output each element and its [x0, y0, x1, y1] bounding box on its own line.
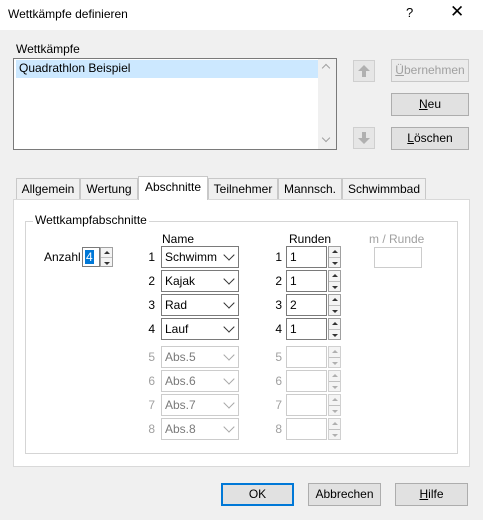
runden-field[interactable] — [286, 394, 327, 416]
section-name-combo[interactable]: Abs.6 — [161, 370, 239, 392]
row-number: 1 — [148, 250, 155, 264]
abbrechen-button[interactable]: Abbrechen — [308, 483, 381, 506]
section-name-value: Lauf — [165, 322, 189, 336]
row-number: 6 — [148, 374, 155, 388]
section-name-combo[interactable]: Lauf — [161, 318, 239, 340]
row-number: 7 — [148, 398, 155, 412]
ok-button[interactable]: OK — [221, 483, 294, 506]
runden-header: Runden — [289, 232, 332, 246]
section-name-value: Abs.7 — [165, 398, 196, 412]
anzahl-value: 4 — [85, 250, 94, 264]
chevron-down-icon — [223, 249, 235, 261]
section-name-combo[interactable]: Abs.7 — [161, 394, 239, 416]
loeschen-button[interactable]: Löschen — [391, 127, 469, 150]
section-name-value: Abs.8 — [165, 422, 196, 436]
row-number: 5 — [148, 350, 155, 364]
arrow-up-icon — [358, 65, 370, 77]
neu-button[interactable]: Neu — [391, 93, 469, 116]
section-name-combo[interactable]: Schwimm — [161, 246, 239, 268]
chevron-down-icon — [223, 373, 235, 385]
section-name-combo[interactable]: Abs.5 — [161, 346, 239, 368]
chevron-down-icon — [223, 349, 235, 361]
tab-abschnitte[interactable]: Abschnitte — [138, 176, 208, 200]
anzahl-field[interactable]: 4 — [82, 247, 100, 267]
section-name-value: Rad — [165, 298, 188, 312]
row-number: 3 — [275, 298, 282, 312]
chevron-down-icon — [223, 321, 235, 333]
section-name-value: Kajak — [165, 274, 196, 288]
runden-field[interactable]: 1 — [286, 270, 327, 292]
group-label: Wettkampfabschnitte — [33, 213, 149, 227]
uebernehmen-button[interactable]: Übernehmen — [391, 59, 469, 82]
anzahl-label: Anzahl — [44, 250, 81, 264]
m-runde-field[interactable] — [374, 247, 422, 268]
row-number: 3 — [148, 298, 155, 312]
runden-spinner[interactable] — [328, 318, 341, 340]
section-name-combo[interactable]: Rad — [161, 294, 239, 316]
row-number: 6 — [275, 374, 282, 388]
move-up-button[interactable] — [353, 60, 375, 82]
row-number: 2 — [148, 274, 155, 288]
m-runde-header: m / Runde — [369, 232, 425, 246]
section-name-combo[interactable]: Kajak — [161, 270, 239, 292]
window-title: Wettkämpfe definieren — [8, 7, 128, 21]
runden-spinner[interactable] — [328, 394, 341, 416]
row-number: 5 — [275, 350, 282, 364]
section-name-value: Schwimm — [165, 250, 218, 264]
tab-teilnehmer[interactable]: Teilnehmer — [208, 178, 278, 199]
close-icon[interactable]: ✕ — [450, 2, 464, 22]
list-item[interactable]: Quadrathlon Beispiel — [16, 60, 318, 78]
row-number: 4 — [275, 322, 282, 336]
row-number: 1 — [275, 250, 282, 264]
row-number: 4 — [148, 322, 155, 336]
chevron-down-icon — [223, 421, 235, 433]
hilfe-button[interactable]: Hilfe — [395, 483, 468, 506]
runden-spinner[interactable] — [328, 370, 341, 392]
scroll-up-icon[interactable] — [321, 63, 331, 73]
runden-spinner[interactable] — [328, 246, 341, 268]
section-name-combo[interactable]: Abs.8 — [161, 418, 239, 440]
chevron-down-icon — [223, 273, 235, 285]
arrow-down-icon — [358, 132, 370, 144]
row-number: 8 — [148, 422, 155, 436]
name-header: Name — [162, 232, 195, 246]
anzahl-spinner[interactable] — [100, 247, 113, 267]
scroll-down-icon[interactable] — [321, 133, 331, 143]
runden-spinner[interactable] — [328, 270, 341, 292]
row-number: 8 — [275, 422, 282, 436]
tab-wertung[interactable]: Wertung — [80, 178, 138, 199]
row-number: 7 — [275, 398, 282, 412]
tab-schwimmbad[interactable]: Schwimmbad — [342, 178, 426, 199]
help-icon[interactable]: ? — [406, 5, 413, 20]
runden-field[interactable] — [286, 346, 327, 368]
list-scrollbar[interactable] — [318, 59, 336, 149]
competition-list[interactable]: Quadrathlon Beispiel — [13, 58, 337, 150]
runden-spinner[interactable] — [328, 346, 341, 368]
runden-field[interactable]: 1 — [286, 318, 327, 340]
runden-field[interactable] — [286, 370, 327, 392]
chevron-down-icon — [223, 297, 235, 309]
runden-field[interactable]: 1 — [286, 246, 327, 268]
tab-mannsch[interactable]: Mannsch. — [278, 178, 342, 199]
runden-spinner[interactable] — [328, 294, 341, 316]
section-name-value: Abs.5 — [165, 350, 196, 364]
tab-allgemein[interactable]: Allgemein — [16, 178, 80, 199]
chevron-down-icon — [223, 397, 235, 409]
section-name-value: Abs.6 — [165, 374, 196, 388]
move-down-button[interactable] — [353, 127, 375, 149]
runden-field[interactable]: 2 — [286, 294, 327, 316]
row-number: 2 — [275, 274, 282, 288]
runden-field[interactable] — [286, 418, 327, 440]
runden-spinner[interactable] — [328, 418, 341, 440]
list-label: Wettkämpfe — [16, 42, 80, 56]
